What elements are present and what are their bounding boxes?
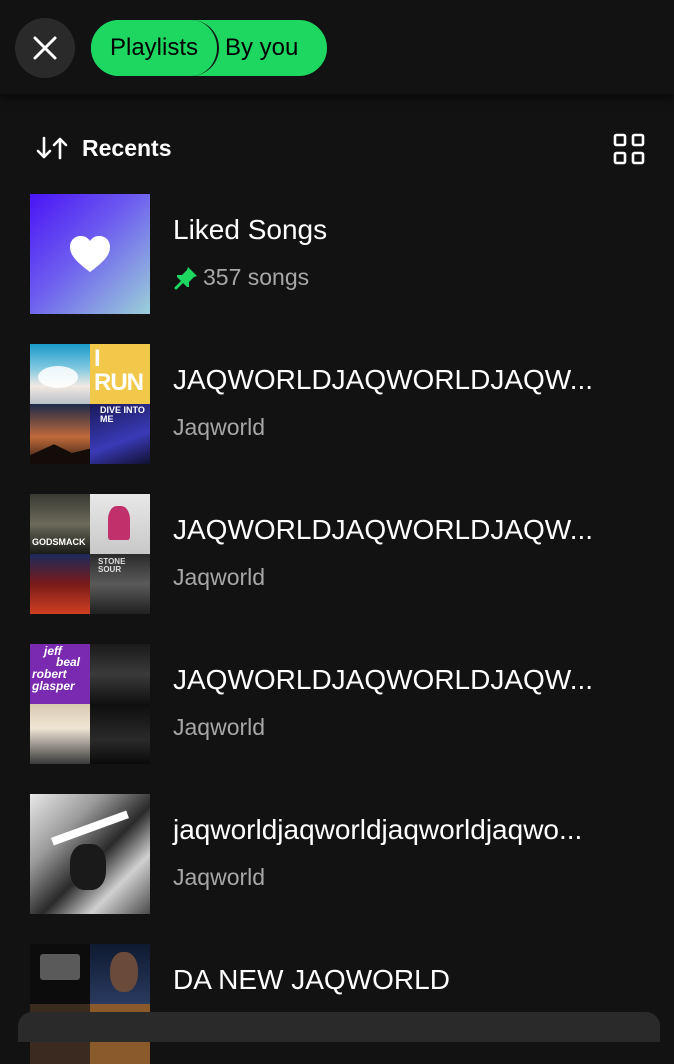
playlist-cover-mosaic: I RUN DIVE INTO ME [30, 344, 150, 464]
sort-button[interactable]: Recents [36, 128, 171, 168]
list-item-playlist[interactable]: I RUN DIVE INTO ME JAQWORLDJAQWORLDJAQW.… [30, 344, 670, 464]
list-item-subtitle: Jaqworld [173, 864, 266, 890]
cover-art: STONE SOUR [90, 554, 150, 614]
list-item-title: JAQWORLDJAQWORLDJAQW... [173, 364, 594, 395]
grid-view-icon[interactable] [612, 132, 646, 166]
list-item-subtitle: Jaqworld [173, 714, 266, 740]
list-item-subtitle: Jaqworld [173, 414, 266, 440]
list-item-subtitle: Jaqworld [173, 564, 266, 590]
cover-art [90, 944, 150, 1004]
filter-chip-by-you-label: By you [225, 34, 299, 61]
playlist-cover-mosaic: GODSMACK STONE SOUR [30, 494, 150, 614]
cover-art: GODSMACK [30, 494, 90, 554]
list-item-subtitle-row: 357 songs [173, 264, 309, 291]
filter-chip-playlists-label: Playlists [109, 34, 199, 61]
playlist-cover-mosaic: jeff beal robert glasper [30, 644, 150, 764]
playlist-cover-mosaic [30, 944, 150, 1064]
cover-art-text: I RUN [94, 345, 144, 396]
library-header: Playlists By you [0, 0, 674, 94]
filter-chip-by-you[interactable]: By you [225, 20, 298, 76]
filter-chip-playlists[interactable]: Playlists [91, 20, 219, 76]
filter-chip-group: Playlists By you [89, 18, 329, 78]
list-item-title: JAQWORLDJAQWORLDJAQW... [173, 664, 594, 695]
list-item-title: DA NEW JAQWORLD [173, 964, 450, 995]
list-item-title: Liked Songs [173, 214, 328, 245]
list-item-subtitle: 357 songs [203, 264, 310, 290]
cover-art-text: DIVE INTO ME [100, 405, 145, 424]
cover-art: jeff beal robert glasper [30, 644, 90, 704]
cover-art [90, 644, 150, 704]
cover-art [30, 704, 90, 764]
heart-icon [70, 236, 110, 272]
cover-art [30, 404, 90, 464]
cover-art [90, 494, 150, 554]
cover-art-text: STONE SOUR [98, 557, 126, 574]
list-item-playlist[interactable]: DA NEW JAQWORLD [30, 944, 670, 1064]
cover-art-text: glasper [32, 679, 75, 693]
cover-art: DIVE INTO ME [90, 404, 150, 464]
list-item-playlist[interactable]: GODSMACK STONE SOUR JAQWORLDJAQWORLDJAQW… [30, 494, 670, 614]
bottom-sheet-handle[interactable] [18, 1012, 660, 1042]
liked-songs-cover [30, 194, 150, 314]
cover-art [30, 944, 90, 1004]
close-icon [33, 36, 57, 60]
cover-art: I RUN [90, 344, 150, 404]
list-item-playlist[interactable]: jeff beal robert glasper JAQWORLDJAQWORL… [30, 644, 670, 764]
pin-icon [174, 266, 197, 289]
sort-arrows-icon [36, 136, 68, 160]
list-item-title: jaqworldjaqworldjaqworldjaqwo... [173, 814, 583, 845]
list-item-liked-songs[interactable]: Liked Songs 357 songs [30, 194, 670, 314]
cover-art [90, 704, 150, 764]
list-item-title: JAQWORLDJAQWORLDJAQW... [173, 514, 594, 545]
close-button[interactable] [15, 18, 75, 78]
cover-art [30, 554, 90, 614]
cover-art-text: GODSMACK [32, 537, 86, 547]
playlist-cover [30, 794, 150, 914]
sort-label: Recents [82, 134, 172, 161]
cover-art [30, 344, 90, 404]
list-item-playlist[interactable]: jaqworldjaqworldjaqworldjaqwo... Jaqworl… [30, 794, 670, 914]
